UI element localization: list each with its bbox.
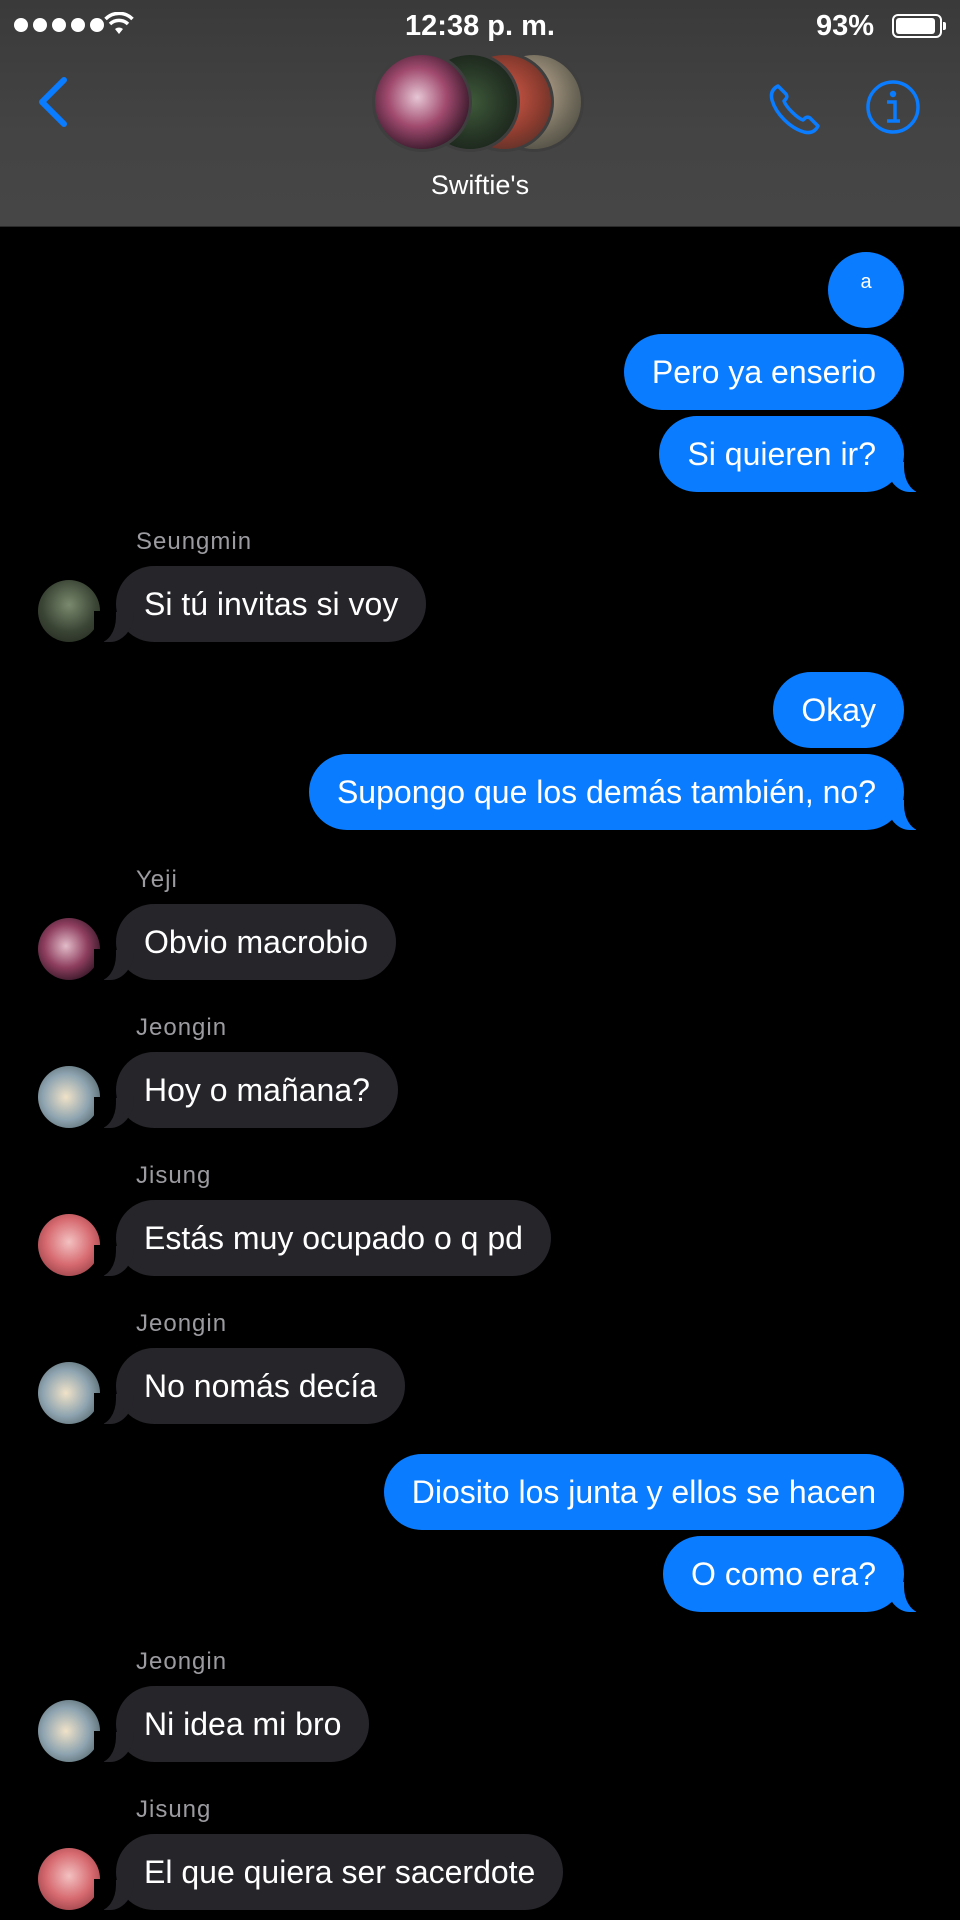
battery-icon	[892, 14, 946, 38]
battery-percentage: 93%	[815, 10, 874, 42]
conversation-header: 12:38 p. m. 93% Swiftie's	[0, 0, 960, 227]
avatar[interactable]	[38, 1700, 100, 1762]
message-text: Hoy o mañana?	[144, 1072, 370, 1108]
message-bubble-outgoing[interactable]: Okay	[773, 672, 904, 748]
group-name[interactable]: Swiftie's	[0, 170, 960, 201]
message-text: Obvio macrobio	[144, 924, 369, 960]
sender-name: Yeji	[136, 866, 178, 893]
avatar[interactable]	[38, 580, 100, 642]
message-text: O como era?	[691, 1556, 876, 1592]
message-bubble-outgoing[interactable]: Pero ya enserio	[623, 334, 904, 410]
message-text: No nomás decía	[144, 1368, 378, 1404]
message-bubble-outgoing[interactable]: O como era?	[663, 1536, 926, 1613]
avatar[interactable]	[38, 918, 100, 980]
avatar[interactable]	[38, 1214, 100, 1276]
group-member-avatar	[372, 52, 472, 152]
message-bubble-outgoing[interactable]: a	[828, 252, 904, 328]
sender-name: Seungmin	[136, 528, 253, 555]
message-thread[interactable]: a Pero ya enserio Si quieren ir? Seungmi…	[0, 226, 960, 1920]
sender-name: Jisung	[136, 1796, 212, 1823]
status-bar: 12:38 p. m. 93%	[0, 0, 960, 52]
message-bubble-incoming[interactable]: Obvio macrobio	[93, 904, 397, 981]
message-bubble-incoming[interactable]: No nomás decía	[93, 1348, 406, 1425]
back-chevron-icon[interactable]	[30, 72, 80, 132]
message-bubble-outgoing[interactable]: Supongo que los demás también, no?	[308, 754, 927, 831]
message-bubble-outgoing[interactable]: Si quieren ir?	[659, 416, 926, 493]
message-bubble-incoming[interactable]: Ni idea mi bro	[93, 1686, 370, 1763]
sender-name: Jeongin	[136, 1014, 228, 1041]
avatar[interactable]	[38, 1362, 100, 1424]
group-avatars[interactable]	[372, 52, 588, 156]
message-text: Diosito los junta y ellos se hacen	[411, 1474, 876, 1510]
message-bubble-incoming[interactable]: Estás muy ocupado o q pd	[94, 1200, 551, 1277]
avatar[interactable]	[38, 1066, 100, 1128]
phone-icon[interactable]	[764, 80, 824, 140]
message-bubble-incoming[interactable]: El que quiera ser sacerdote	[93, 1834, 564, 1911]
sender-name: Jisung	[136, 1162, 212, 1189]
message-text: a	[860, 271, 872, 293]
sender-name: Jeongin	[136, 1310, 228, 1337]
message-text: Ni idea mi bro	[144, 1706, 342, 1742]
message-bubble-incoming[interactable]: Hoy o mañana?	[94, 1052, 398, 1129]
message-bubble-incoming[interactable]: Si tú invitas si voy	[93, 566, 427, 643]
message-text: Okay	[801, 692, 876, 728]
message-text: Si tú invitas si voy	[144, 586, 399, 622]
avatar[interactable]	[38, 1848, 100, 1910]
message-text: Si quieren ir?	[687, 436, 876, 472]
message-text: Pero ya enserio	[651, 354, 876, 390]
message-text: Supongo que los demás también, no?	[336, 774, 876, 810]
message-bubble-outgoing[interactable]: Diosito los junta y ellos se hacen	[383, 1454, 904, 1530]
info-icon[interactable]	[864, 78, 922, 136]
message-text: Estás muy ocupado o q pd	[144, 1220, 523, 1256]
message-text: El que quiera ser sacerdote	[144, 1854, 536, 1890]
sender-name: Jeongin	[136, 1648, 228, 1675]
